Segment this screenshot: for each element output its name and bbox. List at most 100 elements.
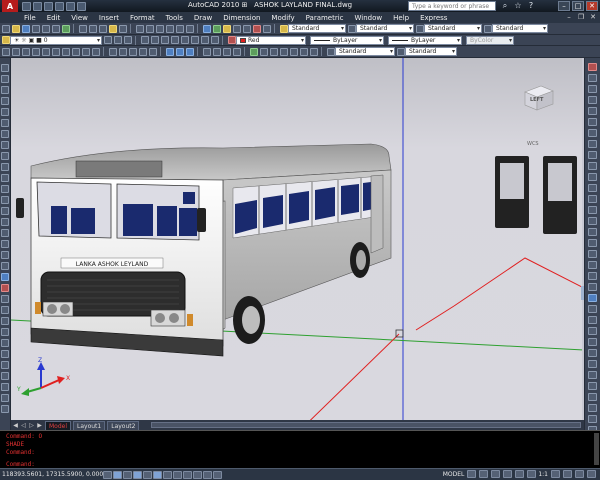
maximize-icon[interactable]: □ (572, 1, 584, 11)
print-icon[interactable] (32, 24, 40, 33)
fly-icon[interactable] (588, 349, 597, 357)
stretch-right-icon[interactable] (588, 151, 597, 159)
model-space-canvas[interactable]: LANKA ASHOK LEYLAND Z X Y (11, 58, 584, 420)
helix-tool-icon[interactable] (82, 47, 90, 56)
region-icon[interactable] (1, 240, 9, 248)
help-icon[interactable]: ? (526, 1, 536, 11)
dim-angular-icon[interactable] (211, 36, 219, 44)
chamfer-icon[interactable] (588, 206, 597, 214)
pan-status-icon[interactable] (491, 470, 501, 478)
block-editor-icon[interactable] (119, 24, 127, 33)
named-views-icon[interactable] (588, 393, 597, 401)
style-combo2[interactable]: Standard ▾ (405, 47, 457, 56)
visual-styles-icon[interactable] (588, 382, 597, 390)
dim-diameter-icon[interactable] (201, 36, 209, 44)
color-select[interactable]: Red ▾ (236, 35, 306, 45)
table-icon[interactable] (1, 251, 9, 259)
rectangle-icon[interactable] (1, 108, 9, 116)
mleader-style-select[interactable]: Standard ▾ (492, 24, 548, 33)
menu-window[interactable]: Window (355, 14, 383, 22)
scale-icon[interactable] (1, 361, 9, 369)
wedge-tool-icon[interactable] (52, 47, 60, 56)
ducs-toggle[interactable] (183, 470, 192, 479)
open-icon[interactable] (33, 1, 42, 11)
showmotion-icon[interactable] (588, 272, 597, 280)
ucs-object-icon[interactable] (290, 47, 298, 56)
doc-close-icon[interactable]: ✕ (588, 12, 598, 22)
dim-ordinate-icon[interactable] (171, 36, 179, 44)
copy-right-icon[interactable] (588, 74, 597, 82)
ellipse-icon[interactable] (1, 163, 9, 171)
arc-icon[interactable] (1, 119, 9, 127)
quickcalc-icon[interactable] (253, 24, 261, 33)
close-icon[interactable]: ✕ (586, 1, 598, 11)
ucs-origin-icon[interactable] (310, 47, 318, 56)
vertical-scrollbar[interactable] (582, 58, 584, 420)
binoculars-icon[interactable]: ⌕ (500, 1, 510, 11)
render-icon[interactable] (588, 294, 597, 302)
section-plane-icon[interactable] (588, 360, 597, 368)
snap-mode-toggle[interactable] (113, 470, 122, 479)
tab-model[interactable]: Model (45, 420, 72, 430)
pyramid-tool-icon[interactable] (72, 47, 80, 56)
design-center-icon[interactable] (213, 24, 221, 33)
menu-file[interactable]: File (24, 14, 36, 22)
erase-icon[interactable] (1, 284, 9, 292)
menu-format[interactable]: Format (130, 14, 155, 22)
fillet-icon[interactable] (588, 217, 597, 225)
steeringwheel-status-icon[interactable] (515, 470, 525, 478)
3d-array-icon[interactable] (233, 47, 241, 56)
mirror-icon[interactable] (1, 306, 9, 314)
menu-parametric[interactable]: Parametric (306, 14, 344, 22)
sweep-icon[interactable] (129, 47, 137, 56)
circle-icon[interactable] (1, 130, 9, 138)
plot-icon[interactable] (77, 1, 86, 11)
tool-palettes-icon[interactable] (223, 24, 231, 33)
model-space-button[interactable]: MODEL (443, 471, 465, 478)
minimize-icon[interactable]: – (558, 1, 570, 11)
table-style-select[interactable]: Standard ▾ (424, 24, 482, 33)
quick-view-drawings-icon[interactable] (479, 470, 489, 478)
move-icon[interactable] (1, 339, 9, 347)
zoom-status-icon[interactable] (503, 470, 513, 478)
materials-icon[interactable] (588, 305, 597, 313)
ellipse-arc-icon[interactable] (1, 174, 9, 182)
doc-restore-icon[interactable]: ❐ (576, 12, 586, 22)
dim-radius-icon[interactable] (181, 36, 189, 44)
copy-object-icon[interactable] (1, 295, 9, 303)
properties-icon[interactable] (203, 24, 211, 33)
offset-right-icon[interactable] (588, 96, 597, 104)
doc-minimize-icon[interactable]: – (564, 12, 574, 22)
vertical-scroll-thumb[interactable] (581, 286, 584, 300)
zoom-realtime-icon[interactable] (166, 24, 174, 33)
draw-line-icon[interactable] (1, 64, 9, 72)
stretch-icon[interactable] (1, 372, 9, 380)
plot-preview-icon[interactable] (42, 24, 50, 33)
cylinder-tool-icon[interactable] (22, 47, 30, 56)
intersect-icon[interactable] (186, 47, 194, 56)
save-file-icon[interactable] (22, 24, 30, 33)
zoom-right-icon[interactable] (588, 250, 597, 258)
zoom-previous-icon[interactable] (186, 24, 194, 33)
mirror-right-icon[interactable] (588, 85, 597, 93)
trim-icon[interactable] (1, 383, 9, 391)
make-block-icon[interactable] (1, 196, 9, 204)
ucs-view-icon[interactable] (300, 47, 308, 56)
menu-insert[interactable]: Insert (99, 14, 119, 22)
osnap-toggle[interactable] (153, 470, 162, 479)
tab-layout1[interactable]: Layout1 (73, 420, 106, 430)
pan-icon[interactable] (156, 24, 164, 33)
redo-icon[interactable] (66, 1, 75, 11)
paste-icon[interactable] (99, 24, 107, 33)
presspull-icon[interactable] (119, 47, 127, 56)
array-icon[interactable] (1, 328, 9, 336)
extend-right-icon[interactable] (588, 173, 597, 181)
cone-tool-icon[interactable] (42, 47, 50, 56)
undo-icon[interactable] (55, 1, 64, 11)
planar-surface-icon[interactable] (92, 47, 100, 56)
linetype-select[interactable]: ByLayer ▾ (310, 35, 384, 45)
qnew-icon[interactable] (2, 24, 10, 33)
markup-icon[interactable] (243, 24, 251, 33)
break-icon[interactable] (1, 405, 9, 413)
match-properties-icon[interactable] (109, 24, 117, 33)
